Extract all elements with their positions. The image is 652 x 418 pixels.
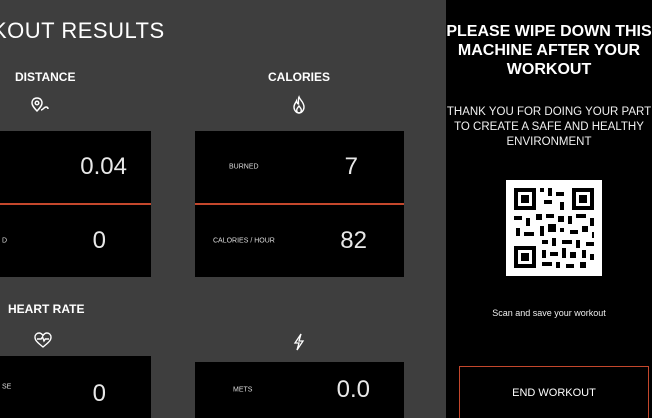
burned-card: BURNED 7 [195, 131, 404, 203]
speed-card: D 0 [0, 205, 151, 277]
end-workout-button[interactable]: END WORKOUT [459, 366, 649, 418]
location-pin-icon [29, 95, 51, 117]
heart-icon [32, 329, 54, 351]
results-panel: KOUT RESULTS DISTANCE CALORIES 0.04 D 0 … [0, 0, 446, 418]
heart-rate-card: SE 0 [0, 356, 151, 418]
sanitize-notice-panel: PLEASE WIPE DOWN THIS MACHINE AFTER YOUR… [446, 0, 652, 418]
speed-value: 0 [92, 227, 106, 254]
qr-code-icon[interactable] [506, 180, 602, 276]
calories-hour-card: CALORIES / HOUR 82 [195, 205, 404, 277]
flame-icon [288, 94, 310, 116]
mets-card: METS 0.0 [195, 362, 404, 418]
lightning-icon [288, 331, 310, 353]
calories-hour-label: CALORIES / HOUR [213, 237, 275, 245]
mets-label: METS [233, 386, 253, 394]
distance-card: 0.04 [0, 131, 151, 203]
burned-label: BURNED [229, 163, 259, 171]
distance-heading: DISTANCE [15, 70, 76, 84]
page-title: KOUT RESULTS [0, 18, 165, 43]
heart-rate-value: 0 [92, 380, 106, 408]
calories-hour-value: 82 [340, 227, 367, 254]
heart-rate-heading: HEART RATE [8, 302, 85, 316]
thank-you-text: THANK YOU FOR DOING YOUR PART TO CREATE … [446, 106, 652, 148]
wipe-down-title: PLEASE WIPE DOWN THIS MACHINE AFTER YOUR… [446, 23, 652, 78]
end-workout-label: END WORKOUT [512, 386, 596, 399]
mets-value: 0.0 [336, 376, 370, 403]
speed-card-label: D [2, 237, 8, 245]
distance-value: 0.04 [80, 153, 127, 180]
scan-instructions: Scan and save your workout [492, 308, 606, 318]
heart-rate-card-label: SE [2, 383, 12, 391]
calories-heading: CALORIES [268, 70, 331, 84]
burned-value: 7 [344, 153, 358, 180]
